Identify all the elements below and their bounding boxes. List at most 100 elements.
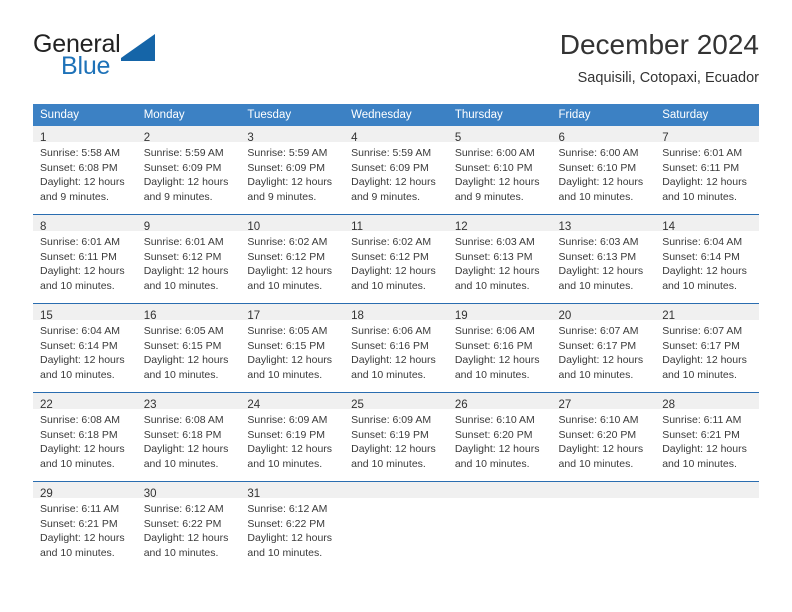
calendar-week-row: 22 Sunrise: 6:08 AM Sunset: 6:18 PM Dayligh…: [33, 392, 759, 482]
calendar-day-cell[interactable]: 3 Sunrise: 5:59 AM Sunset: 6:09 PM Daylight…: [240, 126, 345, 215]
day-sun-info: [552, 498, 656, 502]
daylight-text: Daylight: 12 hours and 10 minutes.: [247, 354, 333, 381]
day-sun-info: Sunrise: 6:02 AM Sunset: 6:12 PM Daylight:…: [344, 231, 448, 293]
day-cell-content: 2 Sunrise: 5:59 AM Sunset: 6:09 PM Daylight…: [136, 126, 241, 214]
day-sun-info: Sunrise: 6:01 AM Sunset: 6:12 PM Daylight:…: [137, 231, 241, 293]
daylight-text: Daylight: 12 hours and 10 minutes.: [247, 265, 333, 292]
calendar-week-row: 8 Sunrise: 6:01 AM Sunset: 6:11 PM Daylight…: [33, 214, 759, 304]
day-number: 25: [351, 399, 364, 411]
calendar-day-cell[interactable]: 13 Sunrise: 6:03 AM Sunset: 6:13 PM Dayligh…: [551, 214, 656, 304]
sunset-text: Sunset: 6:20 PM: [558, 428, 637, 441]
day-sun-info: Sunrise: 6:06 AM Sunset: 6:16 PM Daylight:…: [344, 320, 448, 382]
day-number: 5: [454, 132, 462, 144]
calendar-body: 1 Sunrise: 5:58 AM Sunset: 6:08 PM Daylight…: [33, 126, 759, 570]
calendar-day-cell[interactable]: 27 Sunrise: 6:10 AM Sunset: 6:20 PM Dayligh…: [551, 392, 656, 482]
calendar-day-cell[interactable]: 9 Sunrise: 6:01 AM Sunset: 6:12 PM Daylight…: [136, 214, 241, 304]
sunset-text: Sunset: 6:16 PM: [454, 339, 533, 352]
day-cell-content: 12 Sunrise: 6:03 AM Sunset: 6:13 PM Dayligh…: [447, 215, 552, 303]
day-number-band: 6: [551, 126, 656, 144]
calendar-day-cell[interactable]: 19 Sunrise: 6:06 AM Sunset: 6:16 PM Dayligh…: [447, 303, 552, 393]
day-number-band: [447, 482, 552, 498]
day-number-band: [344, 482, 448, 498]
calendar-day-cell[interactable]: 12 Sunrise: 6:03 AM Sunset: 6:13 PM Dayligh…: [447, 214, 552, 304]
daylight-text: Daylight: 12 hours and 10 minutes.: [662, 354, 747, 381]
calendar-day-cell[interactable]: 10 Sunrise: 6:02 AM Sunset: 6:12 PM Dayligh…: [240, 214, 345, 304]
calendar-day-cell[interactable]: 8 Sunrise: 6:01 AM Sunset: 6:11 PM Daylight…: [33, 214, 137, 304]
calendar-day-cell[interactable]: 6 Sunrise: 6:00 AM Sunset: 6:10 PM Daylight…: [551, 126, 656, 215]
calendar-day-cell[interactable]: 29 Sunrise: 6:11 AM Sunset: 6:21 PM Dayligh…: [33, 481, 137, 570]
calendar-day-cell[interactable]: 15 Sunrise: 6:04 AM Sunset: 6:14 PM Dayligh…: [33, 303, 137, 393]
day-sun-info: Sunrise: 6:10 AM Sunset: 6:20 PM Daylight:…: [448, 409, 552, 471]
day-number-band: 16: [136, 304, 241, 322]
day-cell-content: [447, 482, 552, 570]
day-number-band: 25: [344, 393, 448, 411]
calendar-day-cell[interactable]: 31 Sunrise: 6:12 AM Sunset: 6:22 PM Dayligh…: [240, 481, 345, 570]
day-sun-info: Sunrise: 6:10 AM Sunset: 6:20 PM Daylight:…: [552, 409, 656, 471]
sunset-text: Sunset: 6:09 PM: [247, 161, 326, 174]
day-number-band: [551, 482, 656, 498]
sunrise-text: Sunrise: 6:10 AM: [454, 414, 535, 426]
sunset-text: Sunset: 6:21 PM: [662, 428, 740, 441]
day-number: 2: [143, 132, 151, 144]
daylight-text: Daylight: 12 hours and 10 minutes.: [558, 176, 644, 203]
sunrise-text: Sunrise: 6:07 AM: [558, 325, 639, 337]
calendar-day-cell[interactable]: 4 Sunrise: 5:59 AM Sunset: 6:09 PM Daylight…: [344, 126, 448, 215]
day-number-band: 5: [447, 126, 552, 144]
sunrise-text: Sunrise: 6:06 AM: [454, 325, 535, 337]
sunrise-text: Sunrise: 6:05 AM: [143, 325, 224, 337]
day-number-band: 20: [551, 304, 656, 322]
day-number: 17: [247, 310, 261, 322]
calendar-week-row: 29 Sunrise: 6:11 AM Sunset: 6:21 PM Dayligh…: [33, 481, 759, 570]
calendar-day-cell[interactable]: 5 Sunrise: 6:00 AM Sunset: 6:10 PM Daylight…: [447, 126, 552, 215]
day-number-band: 15: [33, 304, 137, 322]
sunrise-text: Sunrise: 6:11 AM: [662, 414, 742, 426]
calendar-day-cell[interactable]: 28 Sunrise: 6:11 AM Sunset: 6:21 PM Dayligh…: [655, 392, 759, 482]
calendar-day-cell[interactable]: 17 Sunrise: 6:05 AM Sunset: 6:15 PM Dayligh…: [240, 303, 345, 393]
calendar-day-cell[interactable]: 26 Sunrise: 6:10 AM Sunset: 6:20 PM Dayligh…: [447, 392, 552, 482]
day-cell-content: 15 Sunrise: 6:04 AM Sunset: 6:14 PM Dayligh…: [33, 304, 137, 392]
sunrise-text: Sunrise: 6:00 AM: [454, 147, 535, 159]
day-cell-content: 23 Sunrise: 6:08 AM Sunset: 6:18 PM Dayligh…: [136, 393, 241, 481]
calendar-day-cell[interactable]: 30 Sunrise: 6:12 AM Sunset: 6:22 PM Dayligh…: [136, 481, 241, 570]
sunset-text: Sunset: 6:15 PM: [143, 339, 222, 352]
day-number: 11: [351, 221, 364, 233]
calendar-day-cell[interactable]: 2 Sunrise: 5:59 AM Sunset: 6:09 PM Daylight…: [136, 126, 241, 215]
general-blue-logo[interactable]: General Blue: [33, 32, 233, 92]
calendar-day-cell[interactable]: 25 Sunrise: 6:09 AM Sunset: 6:19 PM Dayligh…: [344, 392, 448, 482]
calendar-day-cell[interactable]: 16 Sunrise: 6:05 AM Sunset: 6:15 PM Dayligh…: [136, 303, 241, 393]
logo-text-blue: Blue: [61, 52, 111, 80]
calendar-day-cell[interactable]: 21 Sunrise: 6:07 AM Sunset: 6:17 PM Dayligh…: [655, 303, 759, 393]
calendar-day-cell[interactable]: 14 Sunrise: 6:04 AM Sunset: 6:14 PM Dayligh…: [655, 214, 759, 304]
day-cell-content: 8 Sunrise: 6:01 AM Sunset: 6:11 PM Daylight…: [33, 215, 137, 303]
day-number-band: 14: [655, 215, 759, 233]
sunset-text: Sunset: 6:08 PM: [40, 161, 118, 174]
day-number: 29: [40, 488, 53, 500]
day-number: 26: [454, 399, 468, 411]
calendar-day-cell[interactable]: 7 Sunrise: 6:01 AM Sunset: 6:11 PM Daylight…: [655, 126, 759, 215]
daylight-text: Daylight: 12 hours and 10 minutes.: [351, 265, 436, 292]
weekday-header-tuesday: Tuesday: [240, 104, 345, 126]
day-sun-info: Sunrise: 6:09 AM Sunset: 6:19 PM Daylight:…: [344, 409, 448, 471]
day-sun-info: Sunrise: 6:01 AM Sunset: 6:11 PM Daylight:…: [655, 142, 759, 204]
calendar-day-cell[interactable]: 22 Sunrise: 6:08 AM Sunset: 6:18 PM Dayligh…: [33, 392, 137, 482]
calendar-day-cell[interactable]: 1 Sunrise: 5:58 AM Sunset: 6:08 PM Daylight…: [33, 126, 137, 215]
calendar-day-cell[interactable]: 23 Sunrise: 6:08 AM Sunset: 6:18 PM Dayligh…: [136, 392, 241, 482]
daylight-text: Daylight: 12 hours and 10 minutes.: [454, 443, 540, 470]
daylight-text: Daylight: 12 hours and 10 minutes.: [143, 265, 229, 292]
day-number: 10: [247, 221, 261, 233]
day-cell-content: 21 Sunrise: 6:07 AM Sunset: 6:17 PM Dayligh…: [655, 304, 759, 392]
calendar-day-cell[interactable]: 24 Sunrise: 6:09 AM Sunset: 6:19 PM Dayligh…: [240, 392, 345, 482]
day-cell-content: 13 Sunrise: 6:03 AM Sunset: 6:13 PM Dayligh…: [551, 215, 656, 303]
sunset-text: Sunset: 6:22 PM: [143, 517, 222, 530]
title-block: December 2024 Saquisili, Cotopaxi, Ecuad…: [560, 28, 759, 88]
calendar-day-cell[interactable]: 20 Sunrise: 6:07 AM Sunset: 6:17 PM Dayligh…: [551, 303, 656, 393]
day-number-band: 21: [655, 304, 759, 322]
calendar-day-cell[interactable]: 11 Sunrise: 6:02 AM Sunset: 6:12 PM Dayligh…: [344, 214, 448, 304]
day-sun-info: Sunrise: 6:03 AM Sunset: 6:13 PM Daylight:…: [552, 231, 656, 293]
day-sun-info: Sunrise: 6:07 AM Sunset: 6:17 PM Daylight:…: [655, 320, 759, 382]
daylight-text: Daylight: 12 hours and 10 minutes.: [40, 532, 125, 559]
sunset-text: Sunset: 6:13 PM: [454, 250, 533, 263]
weekday-header-friday: Friday: [551, 104, 656, 126]
calendar-day-cell[interactable]: 18 Sunrise: 6:06 AM Sunset: 6:16 PM Dayligh…: [344, 303, 448, 393]
day-number: 20: [558, 310, 572, 322]
